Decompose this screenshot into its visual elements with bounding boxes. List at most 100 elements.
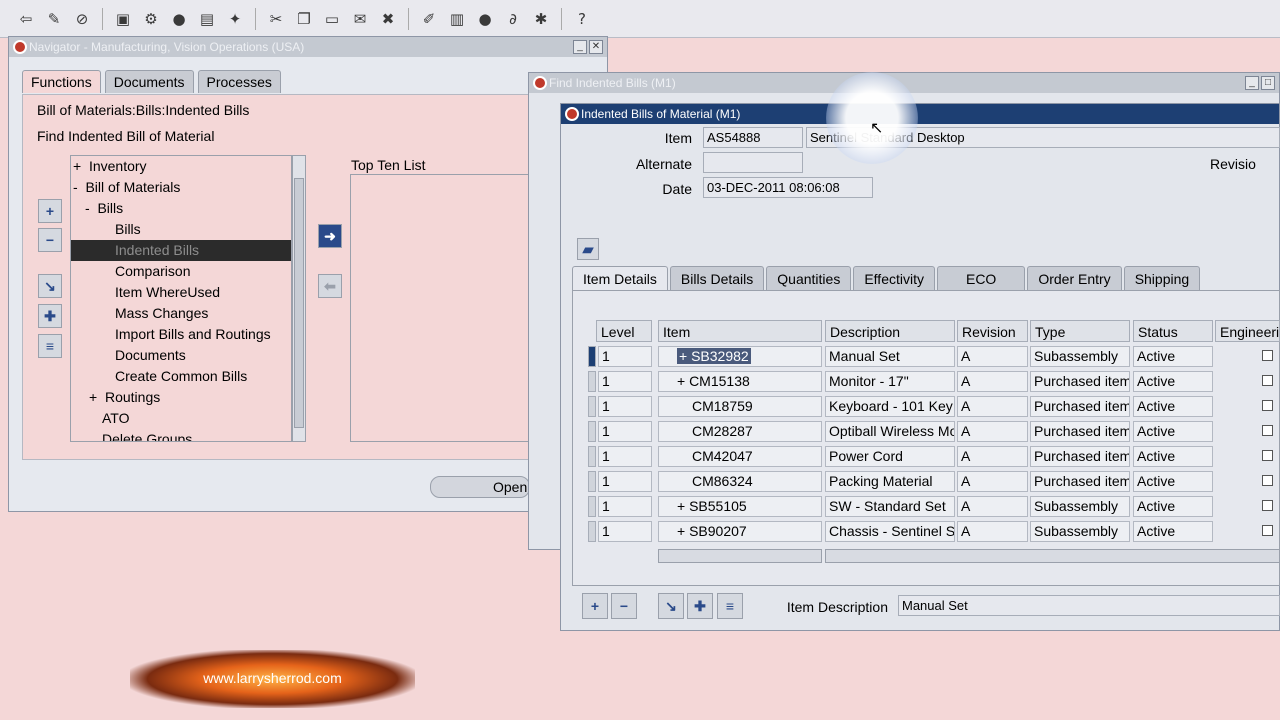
top-ten-list[interactable] [350,174,530,442]
tree-item-create-common-bills[interactable]: Create Common Bills [71,366,291,387]
cell-status[interactable]: Active [1133,496,1213,517]
cell-revision[interactable]: A [957,446,1028,467]
expand-branch-icon[interactable]: ↘ [38,274,62,298]
gear-icon[interactable]: ● [167,7,191,31]
attachment-icon[interactable]: ∂ [501,7,525,31]
tree-scrollbar[interactable] [292,155,306,442]
cell-item-selected[interactable]: + SB32982 [677,348,751,364]
cell-item[interactable]: CM18759 [658,396,822,417]
gear-icon[interactable]: ⚙ [139,7,163,31]
tab-effectivity[interactable]: Effectivity [853,266,935,290]
minimize-icon[interactable]: _ [1245,76,1259,90]
engineering-checkbox[interactable] [1262,525,1273,536]
cell-revision[interactable]: A [957,346,1028,367]
cell-description[interactable]: Packing Material [825,471,955,492]
copy-icon[interactable]: ❐ [292,7,316,31]
back-icon[interactable]: ⇦ [14,7,38,31]
delete-icon[interactable]: ✖ [376,7,400,31]
cell-status[interactable]: Active [1133,421,1213,442]
table-horizontal-scrollbar[interactable] [825,549,1280,563]
record-icon[interactable]: ● [473,7,497,31]
tab-functions[interactable]: Functions [22,70,101,93]
wizard-icon[interactable]: ✱ [529,7,553,31]
navigator-titlebar[interactable]: Navigator - Manufacturing, Vision Operat… [9,37,607,57]
cell-level[interactable]: 1 [598,421,652,442]
close-icon[interactable]: ✕ [589,40,603,54]
row-indicator[interactable] [588,421,596,442]
expand-branch-icon[interactable]: ↘ [658,593,684,619]
scroll-thumb[interactable] [294,178,304,428]
tree-item-bill-of-materials[interactable]: - Bill of Materials [71,177,291,198]
cell-level[interactable]: 1 [598,396,652,417]
cell-status[interactable]: Active [1133,371,1213,392]
cell-revision[interactable]: A [957,396,1028,417]
cell-description[interactable]: Optiball Wireless Mo [825,421,955,442]
cell-type[interactable]: Subassembly [1030,496,1130,517]
row-indicator[interactable] [588,471,596,492]
cell-revision[interactable]: A [957,521,1028,542]
cell-revision[interactable]: A [957,471,1028,492]
tab-quantities[interactable]: Quantities [766,266,852,290]
tab-order-entry[interactable]: Order Entry [1027,266,1122,290]
cell-type[interactable]: Purchased item [1030,446,1130,467]
folder-tools-icon[interactable]: ▥ [445,7,469,31]
tree-item-delete-groups[interactable]: Delete Groups [71,429,291,441]
tab-item-details[interactable]: Item Details [572,266,668,290]
tab-documents[interactable]: Documents [104,70,194,93]
tab-bills-details[interactable]: Bills Details [669,266,765,290]
collapse-all-icon[interactable]: ≡ [717,593,743,619]
flashlight-icon[interactable]: ✎ [42,7,66,31]
collapse-icon[interactable]: − [38,228,62,252]
row-indicator[interactable] [588,521,596,542]
engineering-checkbox[interactable] [1262,500,1273,511]
row-indicator[interactable] [588,346,596,367]
folder-icon[interactable]: ▣ [111,7,135,31]
engineering-checkbox[interactable] [1262,425,1273,436]
cell-item[interactable]: + SB90207 [658,521,822,542]
cell-level[interactable]: 1 [598,446,652,467]
folder-open-icon[interactable]: ▰ [577,238,599,260]
minimize-icon[interactable]: _ [573,40,587,54]
expand-icon[interactable]: + [38,199,62,223]
cell-description[interactable]: Keyboard - 101 Key [825,396,955,417]
cell-type[interactable]: Subassembly [1030,346,1130,367]
tree-item-comparison[interactable]: Comparison [71,261,291,282]
tree-item-mass-changes[interactable]: Mass Changes [71,303,291,324]
help-icon[interactable]: ? [570,7,594,31]
cell-item[interactable]: + SB32982 [658,346,822,367]
cell-level[interactable]: 1 [598,346,652,367]
cell-revision[interactable]: A [957,421,1028,442]
cell-level[interactable]: 1 [598,521,652,542]
printer-icon[interactable]: ▤ [195,7,219,31]
cell-status[interactable]: Active [1133,471,1213,492]
paste-icon[interactable]: ▭ [320,7,344,31]
translation-icon[interactable]: ✐ [417,7,441,31]
row-indicator[interactable] [588,371,596,392]
cell-description[interactable]: Chassis - Sentinel S [825,521,955,542]
cell-item[interactable]: + SB55105 [658,496,822,517]
date-field[interactable]: 03-DEC-2011 08:06:08 [703,177,873,198]
collapse-all-icon[interactable]: ≡ [38,334,62,358]
cell-type[interactable]: Purchased item [1030,371,1130,392]
cell-status[interactable]: Active [1133,396,1213,417]
cell-item[interactable]: + CM15138 [658,371,822,392]
cell-description[interactable]: SW - Standard Set [825,496,955,517]
engineering-checkbox[interactable] [1262,450,1273,461]
tree-item-item-whereused[interactable]: Item WhereUsed [71,282,291,303]
indented-window-titlebar[interactable]: Indented Bills of Material (M1) [561,104,1279,124]
cell-type[interactable]: Purchased item [1030,421,1130,442]
cell-level[interactable]: 1 [598,471,652,492]
item-column-scrollbar[interactable] [658,549,822,563]
clear-icon[interactable]: ✉ [348,7,372,31]
expand-icon[interactable]: + [582,593,608,619]
cell-revision[interactable]: A [957,496,1028,517]
cell-description[interactable]: Manual Set [825,346,955,367]
tree-item-ato[interactable]: ATO [71,408,291,429]
open-button[interactable]: Open [430,476,530,498]
tree-item-routings[interactable]: + Routings [71,387,291,408]
cell-revision[interactable]: A [957,371,1028,392]
edit-icon[interactable]: ✦ [223,7,247,31]
item-field[interactable]: AS54888 [703,127,803,148]
cell-level[interactable]: 1 [598,496,652,517]
maximize-icon[interactable]: □ [1261,76,1275,90]
